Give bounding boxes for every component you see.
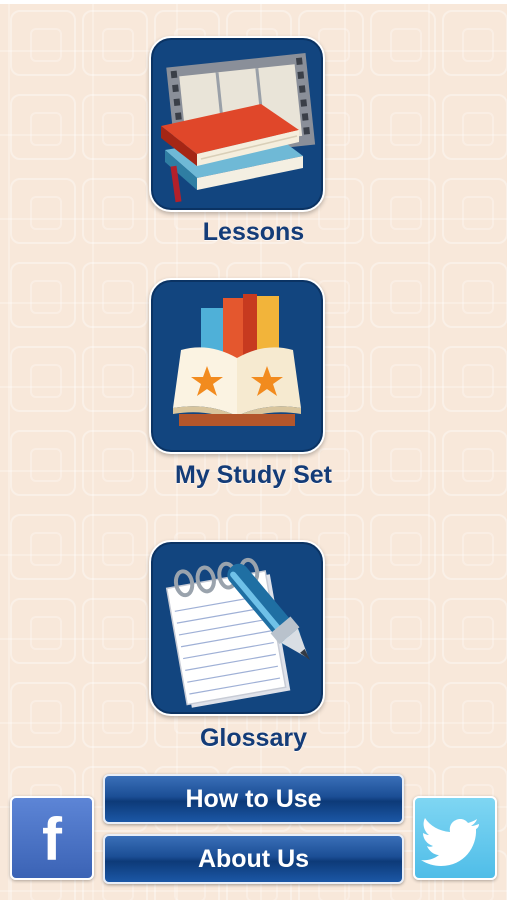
notepad-pen-icon	[165, 557, 311, 708]
facebook-icon: f	[42, 806, 62, 873]
glossary-label[interactable]: Glossary	[0, 724, 507, 753]
glossary-menu-item[interactable]: Glossary	[0, 530, 507, 760]
lessons-label[interactable]: Lessons	[0, 218, 507, 247]
twitter-button[interactable]	[413, 796, 497, 880]
study-set-menu-item[interactable]: My Study Set	[0, 260, 507, 500]
how-to-use-button[interactable]: How to Use	[103, 774, 404, 824]
about-us-button[interactable]: About Us	[103, 834, 404, 884]
lessons-menu-item[interactable]: Lessons	[0, 0, 507, 250]
study-set-label[interactable]: My Study Set	[0, 461, 507, 490]
study-set-button[interactable]	[149, 278, 325, 454]
lessons-button[interactable]	[149, 36, 325, 212]
books-and-film-icon	[161, 53, 316, 203]
twitter-bird-icon	[421, 818, 479, 866]
open-book-stars-icon	[173, 294, 301, 426]
glossary-button[interactable]	[149, 540, 325, 716]
facebook-button[interactable]: f	[10, 796, 94, 880]
